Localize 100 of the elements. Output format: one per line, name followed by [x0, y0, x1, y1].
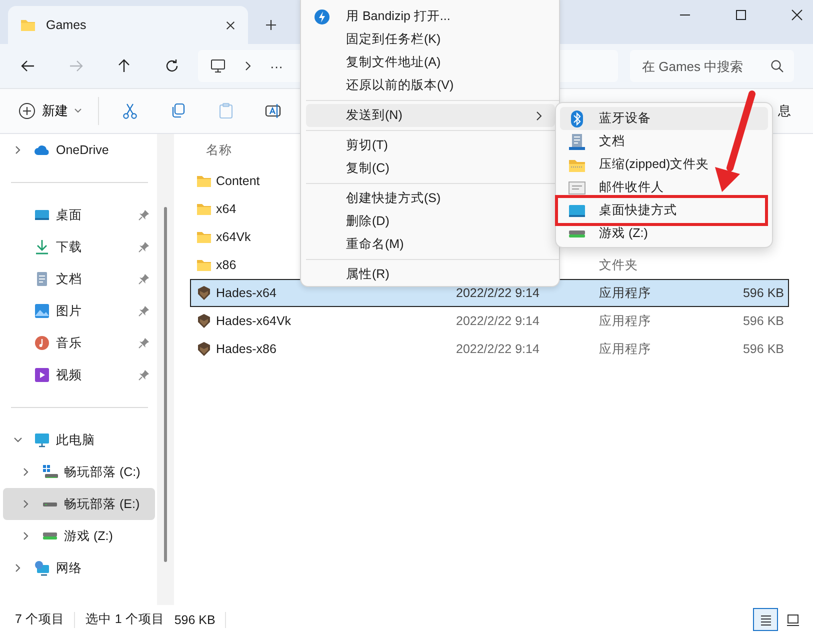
- folder-icon: [196, 229, 212, 245]
- file-date: 2022/2/22 9:14: [456, 314, 540, 328]
- monitor-icon: [210, 58, 226, 74]
- sidebar-item[interactable]: 视频: [3, 359, 155, 391]
- menu-item[interactable]: 压缩(zipped)文件夹: [560, 153, 768, 176]
- sidebar-item[interactable]: 此电脑: [3, 424, 155, 456]
- new-button[interactable]: 新建: [18, 102, 82, 120]
- forward-icon: [68, 58, 84, 74]
- chevron-icon[interactable]: [13, 145, 23, 155]
- item-count: 7 个项目: [15, 611, 64, 628]
- pin-icon[interactable]: [138, 337, 150, 349]
- file-size: 596 KB: [742, 314, 784, 328]
- column-header[interactable]: 名称: [206, 142, 232, 159]
- plus-icon: [18, 102, 36, 120]
- menu-item[interactable]: 还原以前的版本(V): [306, 74, 555, 97]
- sidebar-item[interactable]: 桌面: [3, 199, 155, 231]
- sidebar-item[interactable]: 下载: [3, 231, 155, 263]
- file-name[interactable]: x64: [216, 202, 236, 216]
- app-icon: [196, 285, 212, 301]
- file-type: 应用程序: [599, 342, 651, 356]
- cut-icon: [121, 102, 139, 120]
- back-icon: [20, 58, 36, 74]
- download-icon: [34, 239, 50, 255]
- maximize-icon[interactable]: [735, 9, 747, 21]
- menu-item[interactable]: 文档: [560, 130, 768, 153]
- up-arrow-icon: [116, 58, 132, 74]
- file-name[interactable]: x86: [216, 258, 236, 272]
- menu-item[interactable]: 邮件收件人: [560, 176, 768, 199]
- rename-icon: [265, 102, 283, 120]
- pin-icon[interactable]: [138, 209, 150, 221]
- menu-item[interactable]: 剪切(T): [306, 134, 555, 157]
- sidebar-item[interactable]: 游戏 (Z:): [3, 520, 155, 552]
- menu-item[interactable]: 蓝牙设备: [560, 107, 768, 130]
- pin-icon[interactable]: [138, 273, 150, 285]
- sidebar-item[interactable]: OneDrive: [3, 134, 155, 166]
- chevron-icon[interactable]: [21, 499, 31, 509]
- chevron-icon[interactable]: [13, 435, 23, 445]
- preview-icon: [786, 612, 800, 626]
- drive-icon: [42, 464, 58, 480]
- menu-item[interactable]: 删除(D): [306, 210, 555, 233]
- menu-item[interactable]: 固定到任务栏(K): [306, 28, 555, 51]
- chevron-icon[interactable]: [21, 467, 31, 477]
- chevron-icon[interactable]: [13, 563, 23, 573]
- new-tab-icon[interactable]: [265, 19, 277, 31]
- more-text: ···: [270, 58, 283, 74]
- mail-icon: [568, 178, 586, 196]
- sidebar-item[interactable]: 音乐: [3, 327, 155, 359]
- folder-icon: [196, 201, 212, 217]
- sidebar-item[interactable]: 网络: [3, 552, 155, 584]
- folder-icon: [196, 257, 212, 273]
- menu-item[interactable]: 桌面快捷方式: [560, 199, 768, 222]
- chevron-icon[interactable]: [21, 531, 31, 541]
- file-size: 596 KB: [742, 342, 784, 356]
- file-name[interactable]: Hades-x64Vk: [216, 314, 292, 328]
- sidebar-item[interactable]: 文档: [3, 263, 155, 295]
- file-name[interactable]: Content: [216, 174, 260, 188]
- file-date: 2022/2/22 9:14: [456, 342, 540, 356]
- music-icon: [34, 335, 50, 351]
- sidebar-item[interactable]: 畅玩部落 (C:): [3, 456, 155, 488]
- menu-item[interactable]: 重命名(M): [306, 233, 555, 256]
- pin-icon[interactable]: [138, 369, 150, 381]
- details-button-text[interactable]: 息: [778, 102, 791, 120]
- close-icon[interactable]: [791, 9, 803, 21]
- list-icon: [758, 612, 772, 626]
- pin-icon[interactable]: [138, 241, 150, 253]
- details-view-button[interactable]: [753, 608, 778, 631]
- file-name[interactable]: x64Vk: [216, 230, 251, 244]
- video-icon: [34, 367, 50, 383]
- menu-item[interactable]: 复制文件地址(A): [306, 51, 555, 74]
- window-tab[interactable]: Games: [8, 6, 248, 44]
- selection-size: 596 KB: [174, 612, 216, 626]
- desktop-icon: [34, 207, 50, 223]
- bluetooth-icon: [568, 110, 586, 128]
- sidebar-item[interactable]: 图片: [3, 295, 155, 327]
- pin-icon[interactable]: [138, 305, 150, 317]
- menu-item[interactable]: 创建快捷方式(S): [306, 187, 555, 210]
- menu-item[interactable]: 游戏 (Z:): [560, 222, 768, 245]
- close-tab-icon[interactable]: [225, 20, 236, 30]
- file-name[interactable]: Hades-x86: [216, 342, 276, 356]
- chevron-icon: [244, 61, 252, 71]
- file-name: Hades-x64: [216, 286, 276, 300]
- window-title: Games: [46, 18, 88, 32]
- drive-icon: [568, 230, 586, 238]
- drive-icon: [42, 532, 58, 540]
- search-field[interactable]: 在 Games 中搜索: [630, 50, 794, 82]
- app-icon: [196, 313, 212, 329]
- app-icon: [196, 341, 212, 357]
- menu-item[interactable]: 复制(C): [306, 157, 555, 180]
- menu-item[interactable]: 发送到(N): [306, 104, 555, 127]
- refresh-icon: [164, 58, 180, 74]
- document-icon: [34, 271, 50, 287]
- file-size: 596 KB: [742, 286, 784, 300]
- file-type: 应用程序: [599, 286, 651, 300]
- search-icon: [770, 59, 784, 73]
- picture-icon: [34, 303, 50, 319]
- selected-sidebar-item[interactable]: 畅玩部落 (E:): [3, 488, 155, 520]
- scrollbar-thumb[interactable]: [164, 207, 167, 562]
- file-type: 文件夹: [599, 258, 638, 272]
- menu-item[interactable]: 用 Bandizip 打开...: [306, 5, 555, 28]
- drive-icon: [42, 502, 58, 506]
